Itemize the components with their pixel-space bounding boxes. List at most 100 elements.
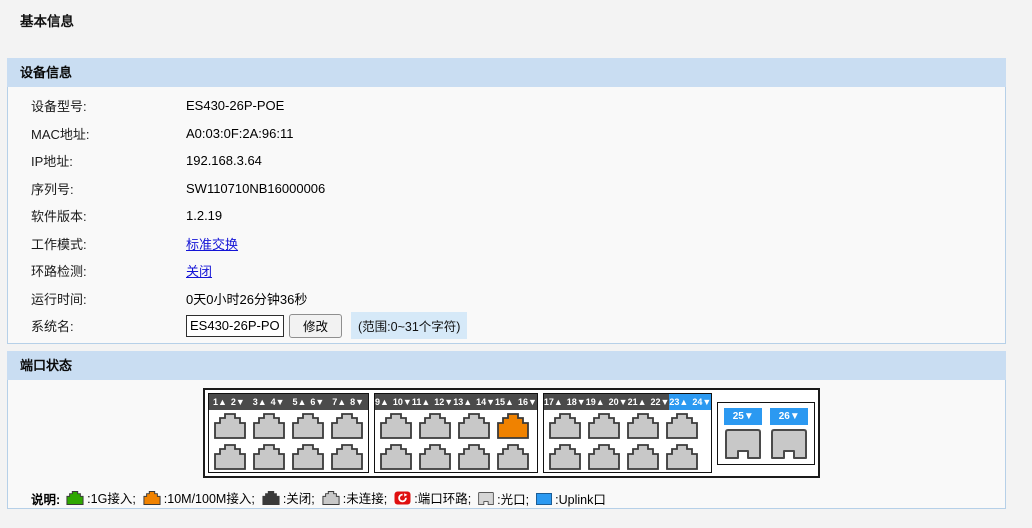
rj45-port <box>666 444 698 470</box>
serial-number-value: SW110710NB16000006 <box>186 181 325 196</box>
software-version-value: 1.2.19 <box>186 208 222 223</box>
rj45-port <box>627 413 659 439</box>
rj45-port-icon <box>549 444 581 470</box>
rj45-port <box>549 413 581 439</box>
legend-text: :关闭; <box>283 488 315 507</box>
rj45-port-icon <box>497 444 529 470</box>
port-labels: 13▲14▼ <box>453 394 495 410</box>
port-labels: 17▲18▼ <box>544 394 586 410</box>
row-system-name: 系统名: 修改 (范围:0~31个字符) <box>8 312 1005 340</box>
rj45-port <box>331 413 363 439</box>
rj45-port-icon <box>380 444 412 470</box>
port-labels: 11▲12▼ <box>412 394 453 410</box>
legend-text: :未连接; <box>343 488 387 507</box>
serial-number-label: 序列号: <box>31 179 186 198</box>
sfp-port-icon <box>771 429 807 459</box>
rj45-port-icon <box>331 413 363 439</box>
rj45-port <box>331 444 363 470</box>
loop-detection-link[interactable]: 关闭 <box>186 264 212 279</box>
system-name-hint: (范围:0~31个字符) <box>351 312 467 339</box>
rj45-port-icon <box>419 444 451 470</box>
sfp-port-icon <box>725 429 761 459</box>
legend-text: :端口环路; <box>414 488 471 507</box>
rj45-port-icon <box>380 413 412 439</box>
rj45-port <box>588 413 620 439</box>
row-uptime: 运行时间: 0天0小时26分钟36秒 <box>8 285 1005 313</box>
legend-item: :关闭; <box>262 488 315 507</box>
rj45-port-icon <box>214 444 246 470</box>
port-block-3: 17▲18▼19▲20▼21▲22▼23▲24▼ <box>543 393 712 473</box>
legend-text: :10M/100M接入; <box>164 488 255 507</box>
rj45-port <box>666 413 698 439</box>
row-serial-number: 序列号: SW110710NB16000006 <box>8 175 1005 203</box>
uptime-label: 运行时间: <box>31 289 186 308</box>
port-status-body: 1▲2▼3▲4▼5▲6▼7▲8▼9▲10▼11▲12▼13▲14▼15▲16▼1… <box>7 380 1006 509</box>
legend-label: 说明: <box>31 489 60 508</box>
row-mac-address: MAC地址: A0:03:0F:2A:96:11 <box>8 120 1005 148</box>
rj45-port <box>419 413 451 439</box>
row-loop-detection: 环路检测: 关闭 <box>8 257 1005 285</box>
port-block-2: 9▲10▼11▲12▼13▲14▼15▲16▼ <box>374 393 538 473</box>
rj45-port-icon <box>497 413 529 439</box>
work-mode-link[interactable]: 标准交换 <box>186 237 238 252</box>
port-strip: 1▲2▼3▲4▼5▲6▼7▲8▼9▲10▼11▲12▼13▲14▼15▲16▼1… <box>203 388 820 478</box>
rj45-port <box>214 413 246 439</box>
legend-item: :端口环路; <box>394 488 471 507</box>
device-info-panel: 设备信息 设备型号: ES430-26P-POE MAC地址: A0:03:0F… <box>7 58 1006 344</box>
device-info-header: 设备信息 <box>7 58 1006 87</box>
rj45-port-icon <box>322 491 340 505</box>
rj45-port <box>588 444 620 470</box>
rj45-port-icon <box>262 491 280 505</box>
rj45-port-icon <box>627 413 659 439</box>
rj45-port-icon <box>214 413 246 439</box>
port-labels: 7▲8▼ <box>328 394 368 410</box>
legend-text: :光口; <box>497 489 529 508</box>
rj45-port-icon <box>292 413 324 439</box>
legend-items: :1G接入; :10M/100M接入; :关闭; :未连接; :端口环路; :光口; :Up… <box>66 488 613 508</box>
legend-item: :1G接入; <box>66 488 136 507</box>
mac-address-label: MAC地址: <box>31 124 186 143</box>
sfp-port-label: 25▼ <box>724 408 762 425</box>
legend-text: :1G接入; <box>87 488 136 507</box>
rj45-port <box>292 413 324 439</box>
port-status-panel: 端口状态 1▲2▼3▲4▼5▲6▼7▲8▼9▲10▼11▲12▼13▲14▼15… <box>7 351 1006 509</box>
port-loop-icon <box>394 491 411 505</box>
port-labels: 19▲20▼ <box>586 394 628 410</box>
system-name-label: 系统名: <box>31 316 186 335</box>
rj45-port-icon <box>253 444 285 470</box>
rj45-port-icon <box>549 413 581 439</box>
legend-item: :光口; <box>478 489 529 508</box>
rj45-port <box>497 413 529 439</box>
port-labels: 15▲16▼ <box>495 394 537 410</box>
rj45-port <box>292 444 324 470</box>
rj45-port-icon <box>458 413 490 439</box>
legend-item: :未连接; <box>322 488 387 507</box>
sfp-port: 26▼ <box>770 408 808 459</box>
modify-button[interactable]: 修改 <box>289 314 342 338</box>
port-status-header: 端口状态 <box>7 351 1006 380</box>
legend-item: :Uplink口 <box>536 489 606 508</box>
sfp-port: 25▼ <box>724 408 762 459</box>
system-name-input[interactable] <box>186 315 284 337</box>
port-labels: 21▲22▼ <box>628 394 670 410</box>
sfp-port-label: 26▼ <box>770 408 808 425</box>
rj45-port-icon <box>331 444 363 470</box>
ip-address-value: 192.168.3.64 <box>186 153 262 168</box>
port-legend: 说明: :1G接入; :10M/100M接入; :关闭; :未连接; :端口环路; :光口… <box>31 488 1005 508</box>
port-labels: 3▲4▼ <box>249 394 289 410</box>
rj45-port-icon <box>292 444 324 470</box>
work-mode-label: 工作模式: <box>31 234 186 253</box>
uplink-port-labels: 23▲24▼ <box>669 394 711 410</box>
rj45-port <box>627 444 659 470</box>
rj45-port <box>497 444 529 470</box>
rj45-port <box>419 444 451 470</box>
device-model-value: ES430-26P-POE <box>186 98 284 113</box>
port-labels: 9▲10▼ <box>375 394 412 410</box>
rj45-port-icon <box>458 444 490 470</box>
rj45-port-icon <box>666 444 698 470</box>
mac-address-value: A0:03:0F:2A:96:11 <box>186 126 293 141</box>
rj45-port <box>549 444 581 470</box>
uptime-value: 0天0小时26分钟36秒 <box>186 289 307 308</box>
legend-item: :10M/100M接入; <box>143 488 255 507</box>
legend-text: :Uplink口 <box>555 489 606 508</box>
